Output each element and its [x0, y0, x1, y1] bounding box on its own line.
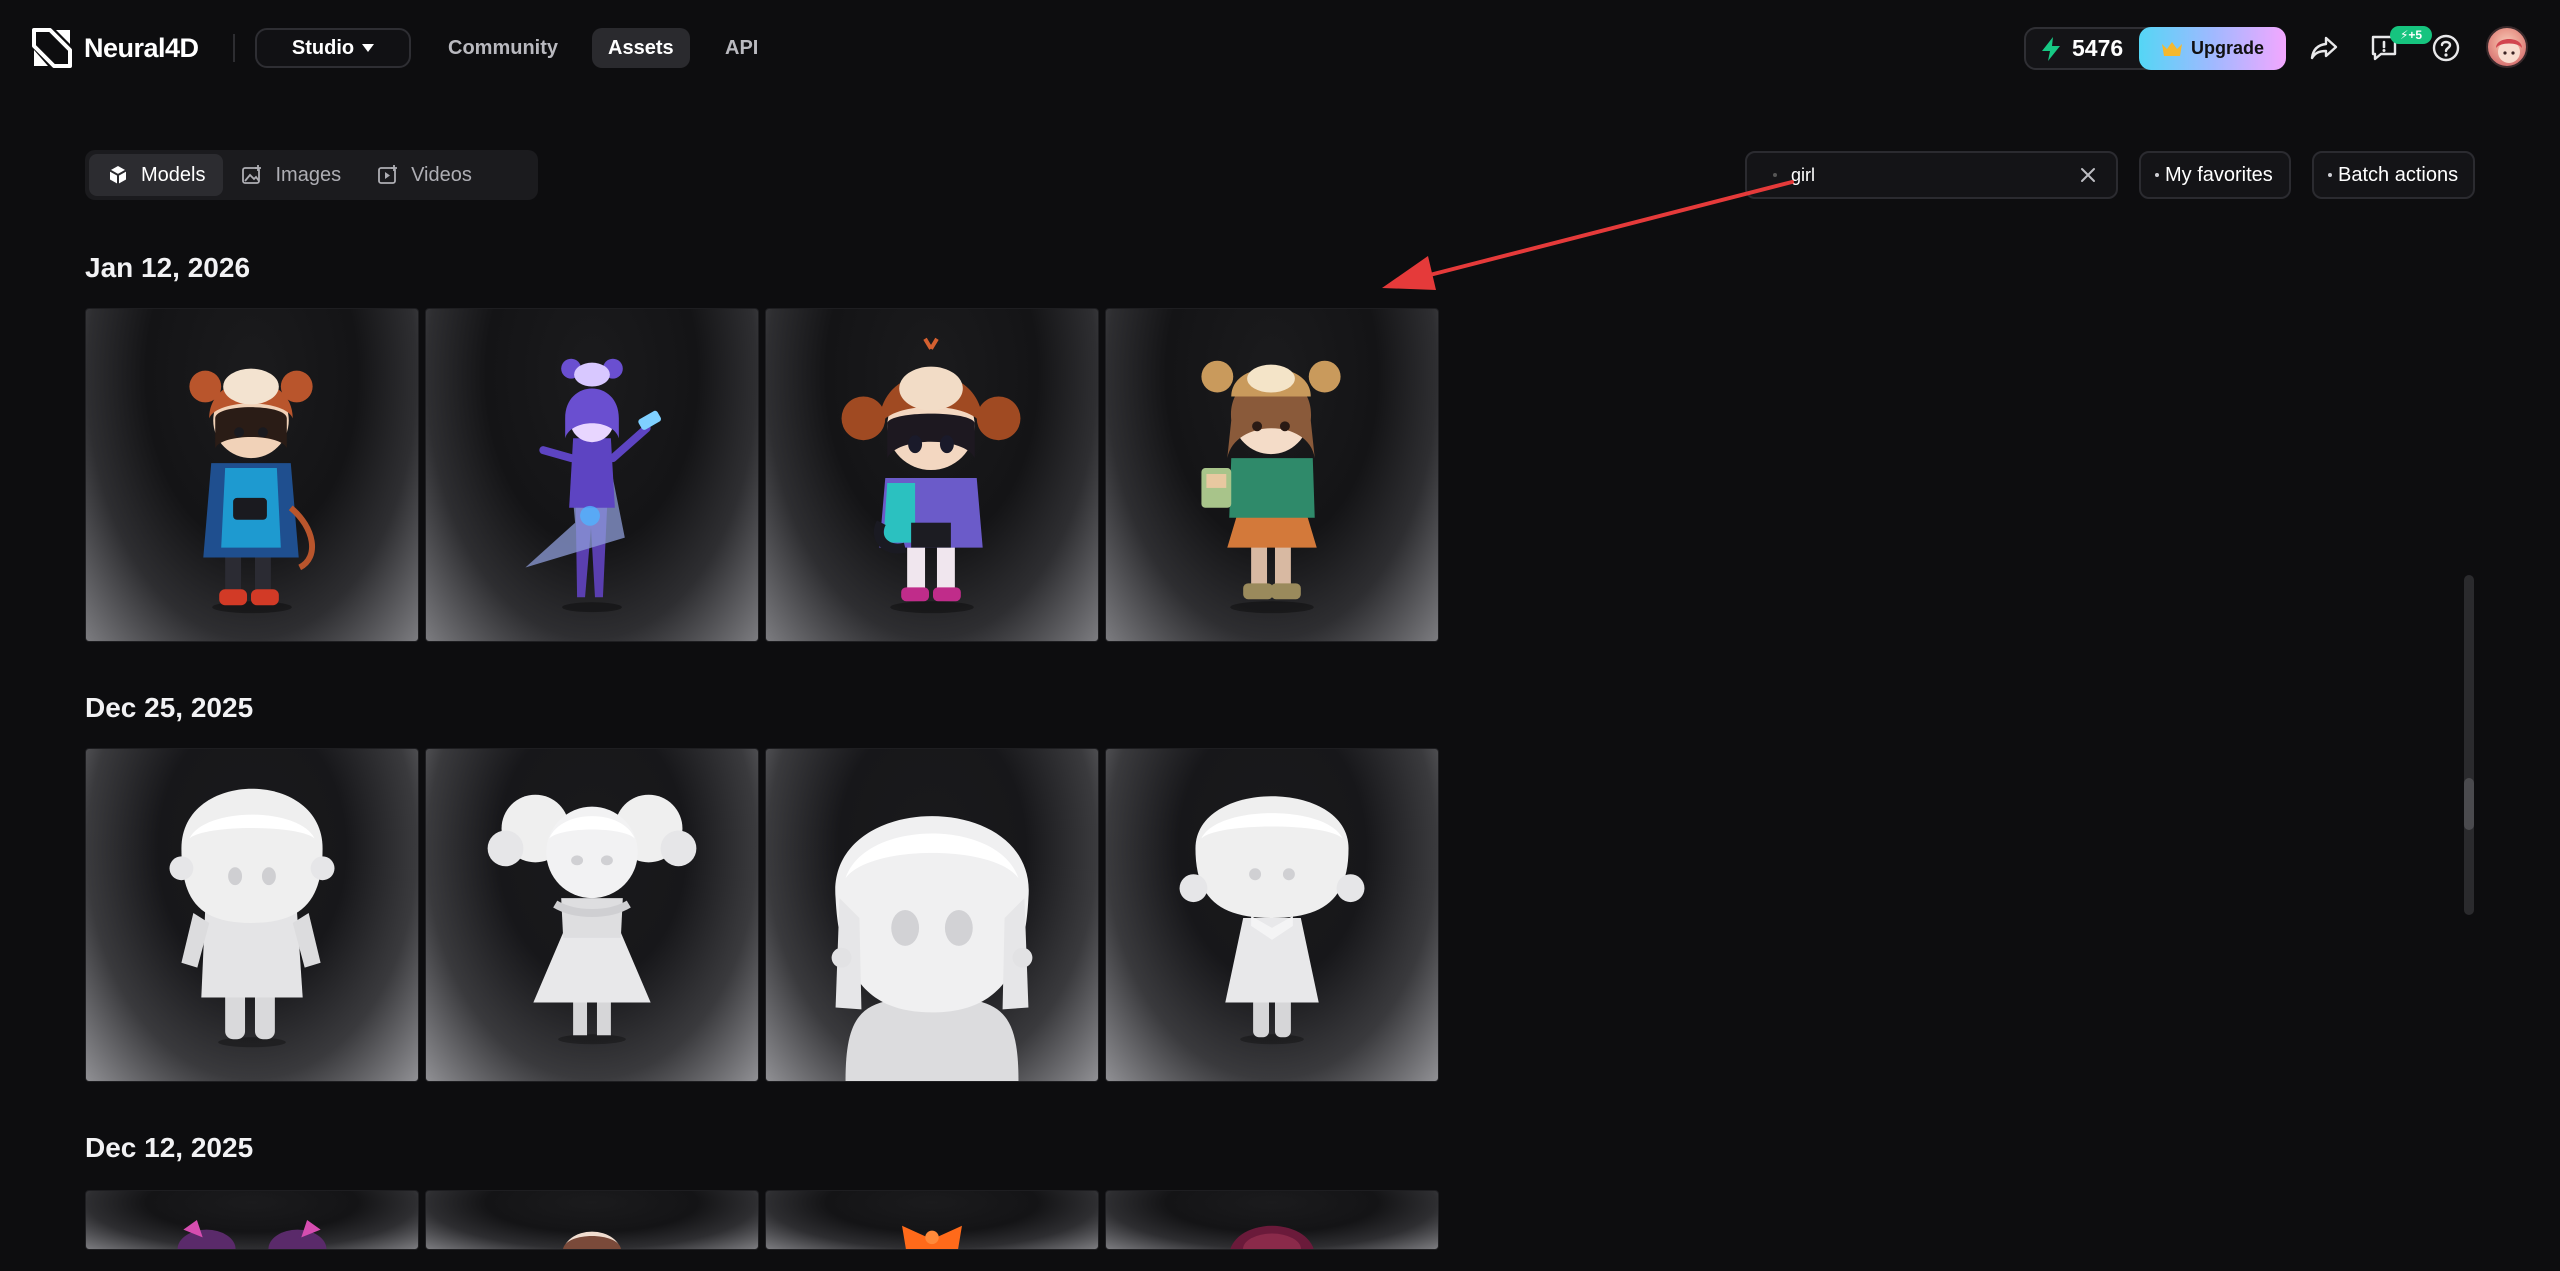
search-input[interactable]	[1791, 155, 2076, 195]
favorites-label: My favorites	[2165, 163, 2273, 186]
nav-api[interactable]: API	[709, 28, 774, 68]
tab-videos-label: Videos	[411, 163, 472, 186]
model-thumbnail	[487, 794, 697, 1045]
model-thumbnail	[525, 358, 662, 613]
upgrade-label: Upgrade	[2190, 38, 2264, 58]
nav-divider	[233, 34, 235, 62]
video-icon	[378, 165, 398, 184]
search-box	[1745, 151, 2118, 199]
cube-icon	[109, 166, 127, 184]
asset-type-tabs: Models Images Videos	[85, 150, 538, 200]
model-card[interactable]	[425, 1190, 759, 1250]
chevron-down-icon	[362, 44, 375, 52]
model-card[interactable]	[1105, 308, 1439, 642]
model-thumbnail	[169, 788, 335, 1048]
model-card[interactable]	[425, 308, 759, 642]
scrollbar-track[interactable]	[2464, 575, 2474, 915]
model-thumbnail	[177, 1220, 327, 1249]
my-favorites-button[interactable]: My favorites	[2139, 151, 2291, 199]
tab-videos[interactable]: Videos	[359, 154, 490, 196]
batch-label: Batch actions	[2338, 163, 2459, 186]
model-thumbnail	[841, 337, 1021, 614]
model-card[interactable]	[85, 308, 419, 642]
favorites-icon	[2155, 173, 2159, 177]
asset-grid	[85, 1190, 1439, 1250]
nav-assets[interactable]: Assets	[592, 28, 690, 68]
section-date-heading: Dec 25, 2025	[85, 692, 254, 723]
model-thumbnail	[189, 368, 315, 614]
model-card[interactable]	[765, 1190, 1099, 1250]
search-icon	[1773, 173, 1777, 177]
help-icon[interactable]	[2428, 30, 2464, 66]
model-card[interactable]	[765, 308, 1099, 642]
section-date-heading: Jan 12, 2026	[85, 252, 251, 283]
model-card[interactable]	[425, 748, 759, 1082]
notification-badge: ⚡+5	[2390, 26, 2432, 44]
batch-actions-button[interactable]: Batch actions	[2312, 151, 2475, 199]
annotation-arrow-icon	[1382, 180, 1794, 290]
neural4d-logo-icon	[32, 28, 72, 68]
model-thumbnail	[1230, 1225, 1314, 1249]
model-thumbnail	[1179, 796, 1365, 1045]
share-icon[interactable]	[2306, 30, 2342, 66]
upgrade-button[interactable]: Upgrade	[2139, 27, 2286, 70]
scrollbar-thumb[interactable]	[2464, 778, 2474, 830]
nav-community[interactable]: Community	[432, 28, 574, 68]
model-thumbnail	[563, 1231, 621, 1249]
credits-balance[interactable]: 5476 Upgrade	[2024, 27, 2286, 70]
model-card[interactable]	[1105, 1190, 1439, 1250]
model-thumbnail	[1201, 360, 1341, 614]
tab-models-label: Models	[141, 163, 206, 186]
tab-models[interactable]: Models	[89, 154, 224, 196]
user-avatar[interactable]	[2486, 26, 2528, 68]
model-thumbnail	[831, 816, 1033, 1081]
model-card[interactable]	[85, 1190, 419, 1250]
tab-images[interactable]: Images	[223, 154, 359, 196]
model-card[interactable]	[1105, 748, 1439, 1082]
model-card[interactable]	[85, 748, 419, 1082]
asset-grid	[85, 308, 1439, 642]
image-icon	[242, 165, 262, 184]
crown-icon	[2161, 41, 2182, 56]
avatar-face-icon	[2496, 39, 2522, 63]
brand-logo[interactable]: Neural4D	[30, 26, 199, 70]
model-card[interactable]	[765, 748, 1099, 1082]
close-icon[interactable]	[2076, 163, 2100, 187]
lightning-icon	[2042, 36, 2060, 61]
batch-icon	[2328, 173, 2332, 177]
credit-count: 5476	[2072, 35, 2124, 61]
section-date-heading: Dec 12, 2025	[85, 1132, 254, 1163]
asset-grid	[85, 748, 1439, 1082]
top-navigation: Neural4D Studio Community Assets API 547…	[0, 0, 2560, 96]
brand-name: Neural4D	[84, 32, 199, 63]
tab-images-label: Images	[275, 163, 342, 186]
studio-label: Studio	[291, 36, 355, 59]
studio-dropdown[interactable]: Studio	[255, 28, 411, 68]
model-thumbnail	[902, 1225, 962, 1249]
